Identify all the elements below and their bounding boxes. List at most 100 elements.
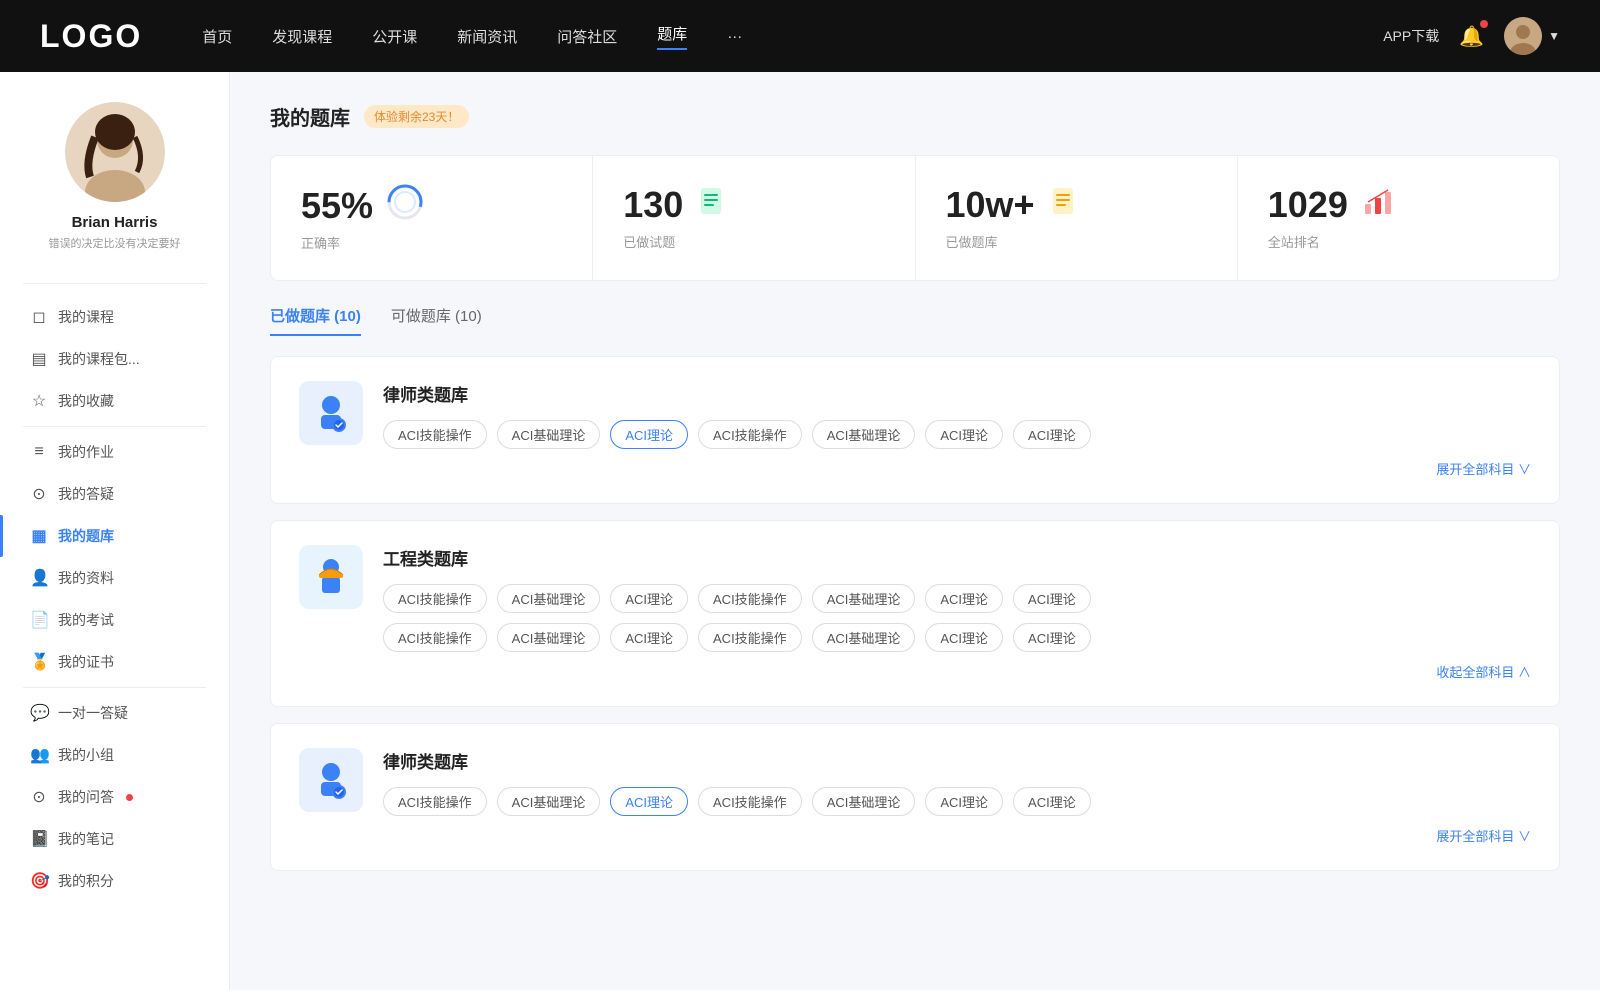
tag-eng2-1[interactable]: ACI基础理论 (497, 623, 601, 652)
tag-eng-2[interactable]: ACI理论 (610, 584, 688, 613)
tag-eng-5[interactable]: ACI理论 (925, 584, 1003, 613)
expand-link-lawyer2[interactable]: 展开全部科目 ∨ (1436, 829, 1531, 844)
tag-lawyer2-6[interactable]: ACI理论 (1013, 787, 1091, 816)
notification-bell[interactable]: 🔔 (1459, 24, 1484, 49)
qbank-card-lawyer2: 律师类题库 ACI技能操作 ACI基础理论 ACI理论 ACI技能操作 ACI基… (270, 723, 1560, 871)
sidebar-label-notes: 我的笔记 (58, 829, 114, 849)
sidebar-item-qbank[interactable]: ▦ 我的题库 (0, 515, 229, 557)
nav-qa[interactable]: 问答社区 (557, 26, 617, 47)
qbank-icon-lawyer1 (299, 381, 363, 445)
sidebar-menu: ◻ 我的课程 ▤ 我的课程包... ☆ 我的收藏 ≡ 我的作业 ⊙ 我的答疑 ▦ (0, 296, 229, 902)
stats-row: 55% 正确率 130 (270, 155, 1560, 281)
notes-icon: 📓 (30, 829, 48, 849)
sidebar-label-qa: 我的答疑 (58, 484, 114, 504)
expand-link-lawyer1[interactable]: 展开全部科目 ∨ (1436, 462, 1531, 477)
chart-red-icon (1362, 186, 1394, 225)
qbank-tags-lawyer1: ACI技能操作 ACI基础理论 ACI理论 ACI技能操作 ACI基础理论 AC… (383, 420, 1531, 449)
qbank-title-lawyer1: 律师类题库 (383, 381, 1531, 406)
tag-eng-3[interactable]: ACI技能操作 (698, 584, 802, 613)
page-title: 我的题库 (270, 102, 350, 131)
tag-lawyer1-4[interactable]: ACI基础理论 (812, 420, 916, 449)
sidebar-label-profile: 我的资料 (58, 568, 114, 588)
tag-eng2-3[interactable]: ACI技能操作 (698, 623, 802, 652)
group-icon: 👥 (30, 745, 48, 765)
stat-top-done: 130 (623, 184, 884, 226)
sidebar-item-coursepack[interactable]: ▤ 我的课程包... (0, 338, 229, 380)
tag-eng2-4[interactable]: ACI基础理论 (812, 623, 916, 652)
sidebar-item-exam[interactable]: 📄 我的考试 (0, 599, 229, 641)
qbank-info-lawyer1: 律师类题库 ACI技能操作 ACI基础理论 ACI理论 ACI技能操作 ACI基… (383, 381, 1531, 449)
app-download-link[interactable]: APP下载 (1383, 26, 1439, 46)
sidebar-item-homework[interactable]: ≡ 我的作业 (0, 431, 229, 473)
nav-news[interactable]: 新闻资讯 (457, 26, 517, 47)
sidebar-divider (23, 283, 206, 284)
qbank-footer-engineer: 收起全部科目 ∧ (299, 662, 1531, 682)
tag-lawyer2-3[interactable]: ACI技能操作 (698, 787, 802, 816)
sidebar-item-points[interactable]: 🎯 我的积分 (0, 860, 229, 902)
expand-link-engineer[interactable]: 收起全部科目 ∧ (1436, 665, 1531, 680)
sidebar-divider2 (23, 426, 206, 427)
nav-qbank[interactable]: 题库 (657, 23, 687, 50)
course-icon: ◻ (30, 307, 48, 327)
qbank-card-header-engineer: 工程类题库 ACI技能操作 ACI基础理论 ACI理论 ACI技能操作 ACI基… (299, 545, 1531, 613)
sidebar-item-course[interactable]: ◻ 我的课程 (0, 296, 229, 338)
tag-lawyer1-2[interactable]: ACI理论 (610, 420, 688, 449)
tab-available-banks[interactable]: 可做题库 (10) (391, 305, 482, 336)
sidebar-item-profile[interactable]: 👤 我的资料 (0, 557, 229, 599)
logo[interactable]: LOGO (40, 18, 142, 55)
sidebar-item-cert[interactable]: 🏅 我的证书 (0, 641, 229, 683)
stat-top-correct: 55% (301, 184, 562, 227)
nav-discover[interactable]: 发现课程 (272, 26, 332, 47)
stat-rank: 1029 全站排名 (1238, 156, 1559, 280)
tag-eng2-2[interactable]: ACI理论 (610, 623, 688, 652)
sidebar-item-collection[interactable]: ☆ 我的收藏 (0, 380, 229, 422)
sidebar-item-myqa[interactable]: ⊙ 我的问答 (0, 776, 229, 818)
tag-lawyer2-2[interactable]: ACI理论 (610, 787, 688, 816)
stat-done-banks: 10w+ 已做题库 (916, 156, 1238, 280)
tag-eng-6[interactable]: ACI理论 (1013, 584, 1091, 613)
nav-home[interactable]: 首页 (202, 26, 232, 47)
sidebar-label-cert: 我的证书 (58, 652, 114, 672)
sidebar-item-qa[interactable]: ⊙ 我的答疑 (0, 473, 229, 515)
qbank-info-engineer: 工程类题库 ACI技能操作 ACI基础理论 ACI理论 ACI技能操作 ACI基… (383, 545, 1531, 613)
tag-lawyer2-4[interactable]: ACI基础理论 (812, 787, 916, 816)
tag-lawyer2-5[interactable]: ACI理论 (925, 787, 1003, 816)
nav-opencourse[interactable]: 公开课 (372, 26, 417, 47)
qbank-footer-lawyer2: 展开全部科目 ∨ (299, 826, 1531, 846)
tag-lawyer1-0[interactable]: ACI技能操作 (383, 420, 487, 449)
stat-value-banks: 10w+ (946, 184, 1035, 226)
homework-icon: ≡ (30, 443, 48, 461)
tag-lawyer2-1[interactable]: ACI基础理论 (497, 787, 601, 816)
tag-lawyer1-3[interactable]: ACI技能操作 (698, 420, 802, 449)
nav-more[interactable]: ··· (727, 28, 742, 45)
qbank-card-engineer: 工程类题库 ACI技能操作 ACI基础理论 ACI理论 ACI技能操作 ACI基… (270, 520, 1560, 707)
tag-lawyer1-1[interactable]: ACI基础理论 (497, 420, 601, 449)
1on1-icon: 💬 (30, 703, 48, 723)
tag-lawyer1-5[interactable]: ACI理论 (925, 420, 1003, 449)
sidebar-label-homework: 我的作业 (58, 442, 114, 462)
tag-eng-4[interactable]: ACI基础理论 (812, 584, 916, 613)
sidebar-label-qbank: 我的题库 (58, 526, 114, 546)
pie-chart-icon (387, 184, 423, 227)
stat-label-correct: 正确率 (301, 233, 562, 252)
tag-eng2-0[interactable]: ACI技能操作 (383, 623, 487, 652)
tag-lawyer2-0[interactable]: ACI技能操作 (383, 787, 487, 816)
sidebar-item-group[interactable]: 👥 我的小组 (0, 734, 229, 776)
profile-icon: 👤 (30, 568, 48, 588)
star-icon: ☆ (30, 391, 48, 411)
tag-eng2-6[interactable]: ACI理论 (1013, 623, 1091, 652)
sidebar-label-myqa: 我的问答 (58, 787, 114, 807)
qbank-title-lawyer2: 律师类题库 (383, 748, 1531, 773)
tag-eng-1[interactable]: ACI基础理论 (497, 584, 601, 613)
tag-eng-0[interactable]: ACI技能操作 (383, 584, 487, 613)
stat-done-questions: 130 已做试题 (593, 156, 915, 280)
sidebar-item-notes[interactable]: 📓 我的笔记 (0, 818, 229, 860)
profile-avatar (65, 102, 165, 202)
tab-done-banks[interactable]: 已做题库 (10) (270, 305, 361, 336)
stat-label-rank: 全站排名 (1268, 232, 1529, 251)
tag-eng2-5[interactable]: ACI理论 (925, 623, 1003, 652)
tag-lawyer1-6[interactable]: ACI理论 (1013, 420, 1091, 449)
qbank-footer-lawyer1: 展开全部科目 ∨ (299, 459, 1531, 479)
user-avatar-menu[interactable]: ▼ (1504, 17, 1560, 55)
sidebar-item-1on1[interactable]: 💬 一对一答疑 (0, 692, 229, 734)
